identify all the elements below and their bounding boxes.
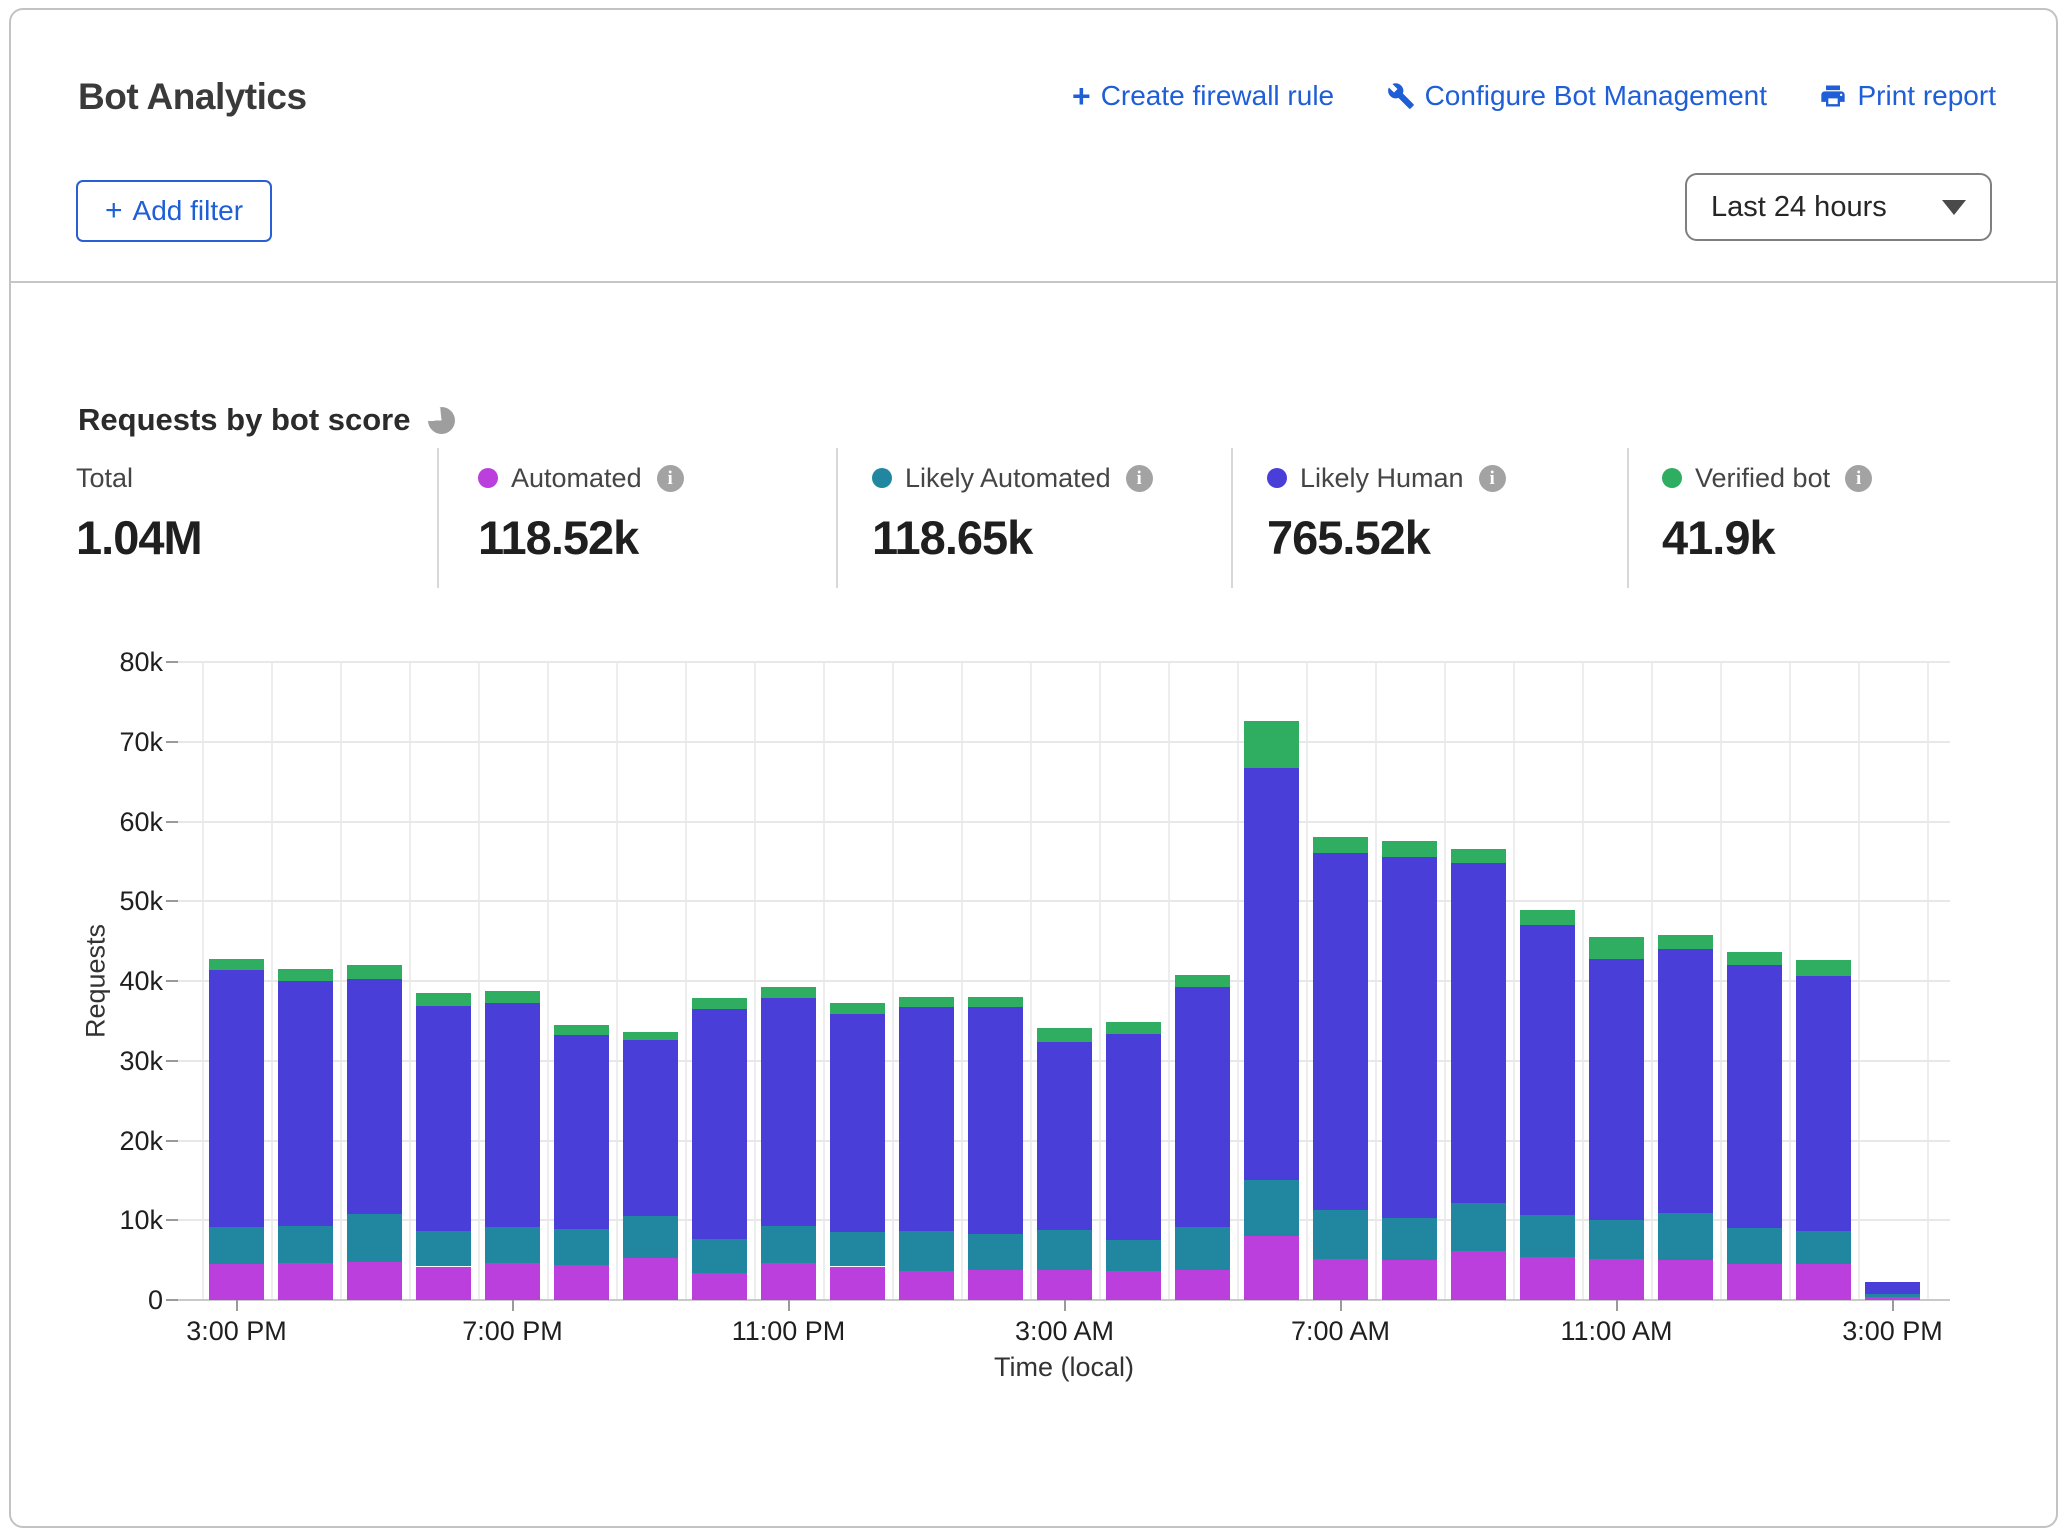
stat-verified-bot: Verified bot i 41.9k <box>1662 462 1872 565</box>
stat-label: Likely Human <box>1300 463 1464 494</box>
create-firewall-rule-link[interactable]: + Create firewall rule <box>1072 80 1334 112</box>
time-range-value: Last 24 hours <box>1711 191 1887 224</box>
section-title: Requests by bot score <box>78 402 410 438</box>
add-filter-button[interactable]: + Add filter <box>76 180 272 242</box>
printer-icon <box>1819 82 1847 110</box>
configure-bot-management-label: Configure Bot Management <box>1425 80 1767 112</box>
add-filter-label: Add filter <box>133 195 244 227</box>
time-range-select[interactable]: Last 24 hours <box>1685 173 1992 241</box>
legend-dot-automated <box>478 468 498 488</box>
stat-label: Verified bot <box>1695 463 1830 494</box>
stat-likely-automated: Likely Automated i 118.65k <box>872 462 1153 565</box>
stat-label: Automated <box>511 463 642 494</box>
plus-icon: + <box>105 196 123 226</box>
legend-dot-verified-bot <box>1662 468 1682 488</box>
legend-dot-likely-automated <box>872 468 892 488</box>
pie-chart-icon <box>428 407 455 434</box>
stat-divider <box>437 448 439 588</box>
stat-value: 41.9k <box>1662 510 1872 565</box>
stat-divider <box>1627 448 1629 588</box>
page-title: Bot Analytics <box>78 76 307 118</box>
stat-value: 118.52k <box>478 510 684 565</box>
chevron-down-icon <box>1942 200 1966 215</box>
info-icon[interactable]: i <box>1126 465 1153 492</box>
info-icon[interactable]: i <box>1845 465 1872 492</box>
header-divider <box>10 281 2057 283</box>
stat-divider <box>1231 448 1233 588</box>
plus-icon: + <box>1072 80 1091 112</box>
info-icon[interactable]: i <box>657 465 684 492</box>
stat-automated: Automated i 118.52k <box>478 462 684 565</box>
wrench-icon <box>1387 82 1415 110</box>
print-report-link[interactable]: Print report <box>1819 80 1996 112</box>
stat-value: 118.65k <box>872 510 1153 565</box>
section-title-row: Requests by bot score <box>78 402 455 438</box>
stat-label: Total <box>76 463 133 494</box>
stat-likely-human: Likely Human i 765.52k <box>1267 462 1506 565</box>
stat-value: 1.04M <box>76 510 202 565</box>
header-actions: + Create firewall rule Configure Bot Man… <box>1072 80 1996 112</box>
stat-value: 765.52k <box>1267 510 1506 565</box>
stat-divider <box>836 448 838 588</box>
legend-dot-likely-human <box>1267 468 1287 488</box>
create-firewall-rule-label: Create firewall rule <box>1101 80 1334 112</box>
stat-label: Likely Automated <box>905 463 1111 494</box>
configure-bot-management-link[interactable]: Configure Bot Management <box>1387 80 1767 112</box>
print-report-label: Print report <box>1857 80 1996 112</box>
stat-total: Total 1.04M <box>76 462 202 565</box>
info-icon[interactable]: i <box>1479 465 1506 492</box>
